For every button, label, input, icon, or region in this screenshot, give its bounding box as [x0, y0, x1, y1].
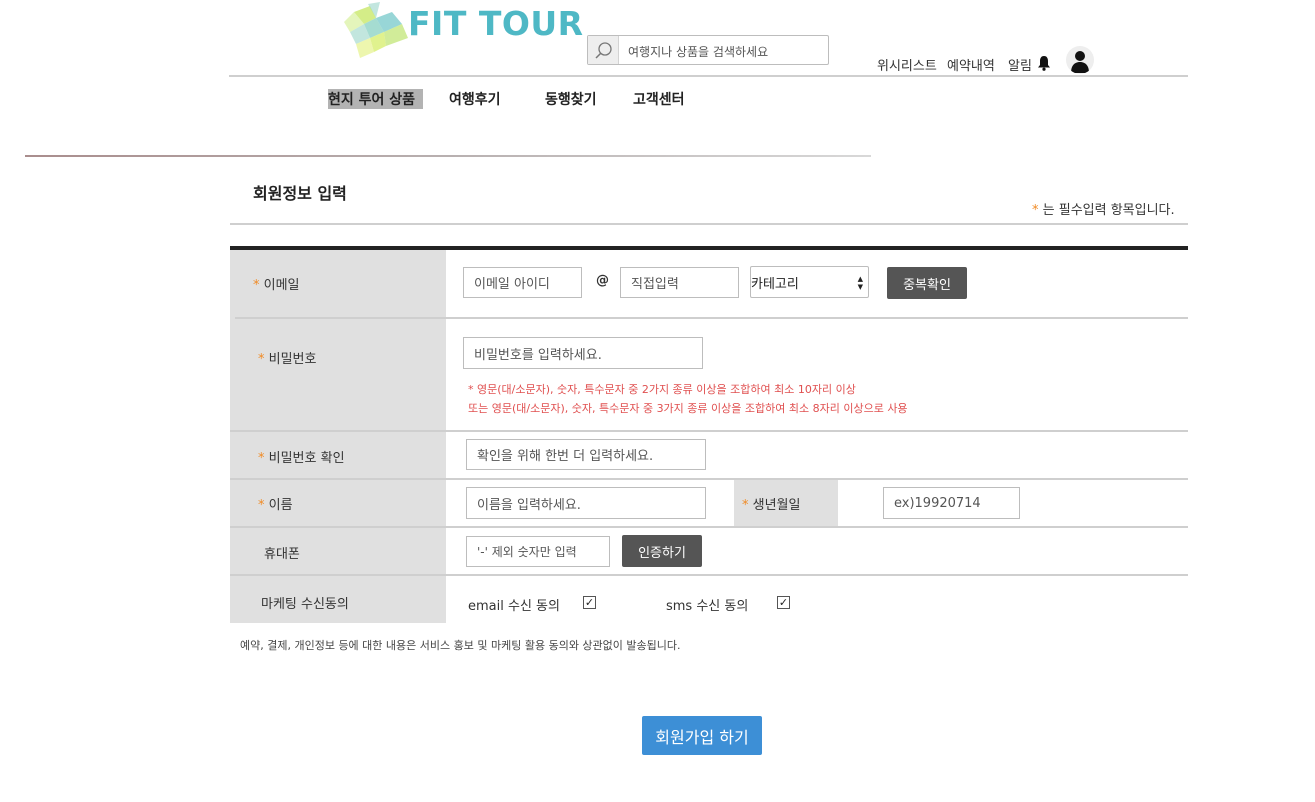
nav-reviews[interactable]: 여행후기	[449, 89, 501, 109]
nav-local-tour[interactable]: 현지 투어 상품	[328, 89, 424, 109]
email-label-text: 이메일	[263, 278, 300, 293]
email-duplicate-check-button[interactable]: 중복확인	[887, 267, 967, 299]
required-star: *	[253, 278, 260, 293]
bell-icon[interactable]	[1037, 55, 1051, 71]
name-label: * 이름	[258, 494, 293, 513]
user-avatar-icon[interactable]	[1066, 46, 1094, 74]
notice-text: 예약, 결제, 개인정보 등에 대한 내용은 서비스 홍보 및 마케팅 활용 동…	[240, 639, 681, 652]
select-arrows-icon: ▲ ▼	[857, 275, 863, 291]
birthdate-label: * 생년월일	[742, 494, 800, 513]
email-domain-input[interactable]: 직접입력	[620, 267, 739, 298]
email-label: * 이메일	[253, 274, 300, 293]
required-star: *	[1032, 203, 1039, 218]
signup-submit-button[interactable]: 회원가입 하기	[642, 716, 762, 755]
logo-text[interactable]: FIT TOUR	[408, 4, 584, 43]
row-divider	[235, 317, 1188, 319]
nav-customer-center[interactable]: 고객센터	[633, 89, 685, 109]
phone-label: 휴대폰	[264, 547, 300, 562]
row-divider	[230, 430, 1188, 432]
sms-consent-label: sms 수신 동의	[666, 599, 749, 614]
password-confirm-label-text: 비밀번호 확인	[268, 451, 345, 466]
page-title: 회원정보 입력	[253, 184, 347, 203]
phone-input[interactable]: '-' 제외 숫자만 입력	[466, 536, 610, 567]
required-star: *	[258, 498, 265, 513]
email-category-value: 카테고리	[751, 277, 799, 292]
row-divider	[230, 526, 1188, 528]
password-label-text: 비밀번호	[268, 352, 317, 367]
email-consent-checkbox[interactable]: ✓	[583, 596, 596, 609]
row-divider	[230, 574, 1188, 576]
birthdate-label-text: 생년월일	[752, 498, 801, 513]
name-label-text: 이름	[268, 498, 293, 513]
wishlist-link[interactable]: 위시리스트	[877, 55, 937, 74]
notifications-link[interactable]: 알림	[1008, 55, 1032, 74]
reservations-link[interactable]: 예약내역	[947, 55, 995, 74]
required-star: *	[258, 352, 265, 367]
birthdate-input[interactable]: ex)19920714	[883, 487, 1020, 519]
required-note-text: 는 필수입력 항목입니다.	[1042, 203, 1175, 218]
search-input[interactable]: 여행지나 상품을 검색하세요	[628, 43, 768, 60]
marketing-label: 마케팅 수신동의	[261, 597, 349, 612]
email-consent-label: email 수신 동의	[468, 599, 560, 614]
search-bar[interactable]: 여행지나 상품을 검색하세요	[587, 35, 829, 65]
at-sign: @	[596, 273, 609, 288]
required-note: * 는 필수입력 항목입니다.	[1032, 199, 1175, 218]
email-category-select[interactable]: 카테고리 ▲ ▼	[750, 266, 869, 298]
sms-consent-checkbox[interactable]: ✓	[777, 596, 790, 609]
password-input[interactable]: 비밀번호를 입력하세요.	[463, 337, 703, 369]
password-rule-line2: 또는 영문(대/소문자), 숫자, 특수문자 중 3가지 종류 이상을 조합하여…	[468, 402, 908, 415]
name-input[interactable]: 이름을 입력하세요.	[466, 487, 706, 519]
title-divider	[230, 223, 1188, 225]
row-divider	[230, 478, 1188, 480]
password-confirm-label: * 비밀번호 확인	[258, 447, 345, 466]
email-id-input[interactable]: 이메일 아이디	[463, 267, 582, 298]
search-icon[interactable]	[588, 36, 619, 64]
password-label: * 비밀번호	[258, 348, 316, 367]
required-star: *	[258, 451, 265, 466]
required-star: *	[742, 498, 749, 513]
nav-find-companion[interactable]: 동행찾기	[545, 89, 597, 109]
label-column	[230, 250, 446, 623]
section-divider	[25, 155, 871, 157]
password-rule-line1: * 영문(대/소문자), 숫자, 특수문자 중 2가지 종류 이상을 조합하여 …	[468, 383, 856, 396]
header-divider	[229, 75, 1188, 77]
phone-verify-button[interactable]: 인증하기	[622, 535, 702, 567]
password-confirm-input[interactable]: 확인을 위해 한번 더 입력하세요.	[466, 439, 706, 470]
